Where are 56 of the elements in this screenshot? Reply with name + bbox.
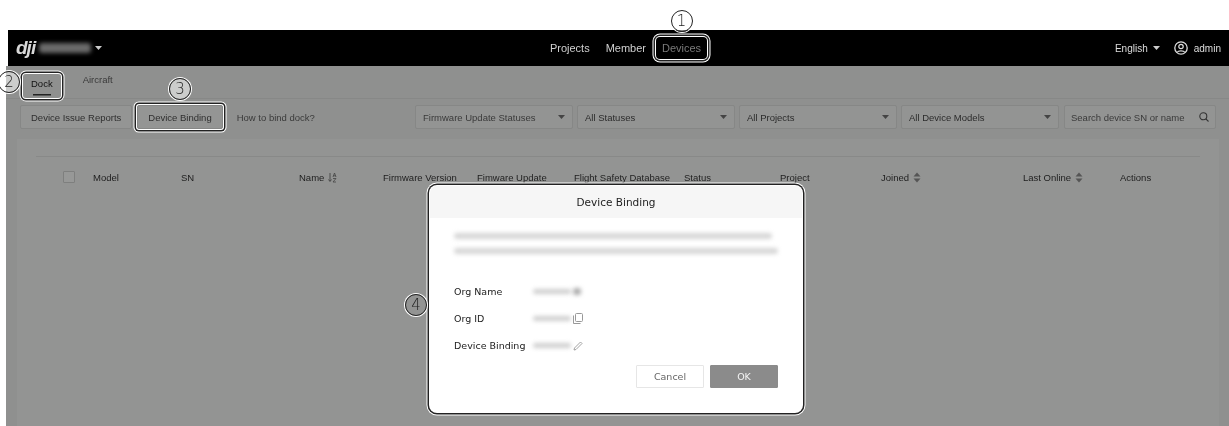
filter-dropdown[interactable]: Firmware Update Statuses bbox=[415, 105, 573, 129]
copy-icon bbox=[573, 313, 583, 324]
column-header: Firmware Version bbox=[383, 171, 457, 183]
sort-icon bbox=[913, 171, 921, 183]
field-label: Device Binding bbox=[454, 340, 527, 351]
column-header: Fimware Update bbox=[477, 171, 547, 183]
toolbar-button[interactable]: Device Issue Reports bbox=[20, 105, 133, 129]
callout-number: 2 bbox=[0, 71, 20, 93]
filter-dropdown[interactable]: All Device Models bbox=[901, 105, 1059, 129]
search-field[interactable]: Search device SN or name bbox=[1064, 105, 1216, 129]
toolbar-button[interactable]: Device Binding bbox=[137, 105, 223, 129]
blurred-text bbox=[533, 289, 571, 294]
column-header: Status bbox=[684, 171, 711, 183]
caret-icon bbox=[882, 115, 889, 119]
language-selector[interactable]: English bbox=[1114, 42, 1160, 54]
nav-link[interactable]: Devices bbox=[656, 37, 708, 59]
blurred-text bbox=[533, 343, 571, 348]
nav-link[interactable]: Projects bbox=[543, 37, 596, 59]
tab[interactable]: Dock bbox=[23, 74, 61, 98]
dialog-title: Device Binding bbox=[576, 196, 656, 208]
column-header: Flight Safety Database bbox=[574, 171, 671, 183]
column-header: Model bbox=[93, 171, 119, 183]
column-header: Name bbox=[299, 171, 325, 183]
filter-dropdown[interactable]: All Statuses bbox=[577, 105, 735, 129]
pencil-icon bbox=[573, 340, 583, 351]
nav-link[interactable]: Member bbox=[599, 37, 652, 59]
column-header: SN bbox=[181, 171, 195, 183]
ok-button[interactable]: OK bbox=[710, 365, 778, 388]
field-label: Org ID bbox=[454, 313, 486, 324]
language-label: English bbox=[1114, 42, 1148, 54]
blurred-text bbox=[533, 316, 571, 321]
caret-icon bbox=[1152, 46, 1160, 50]
callout-number: 3 bbox=[169, 78, 191, 100]
field-label: Org Name bbox=[454, 286, 504, 297]
user-name[interactable]: admin bbox=[1193, 42, 1221, 54]
blurred-text bbox=[39, 43, 92, 53]
caret-icon bbox=[95, 46, 103, 50]
tab[interactable]: Aircraft bbox=[74, 70, 121, 94]
caret-icon bbox=[1044, 115, 1051, 119]
column-header: Project bbox=[780, 171, 810, 183]
sort-icon bbox=[1075, 171, 1084, 183]
sort-icon bbox=[328, 171, 338, 183]
user-icon bbox=[1173, 41, 1188, 55]
filter-dropdown[interactable]: All Projects bbox=[739, 105, 897, 129]
column-header: Joined bbox=[881, 171, 909, 183]
column-header: Last Online bbox=[1023, 171, 1072, 183]
logo: dji bbox=[16, 38, 36, 58]
cancel-button[interactable]: Cancel bbox=[636, 365, 704, 388]
blurred-text bbox=[573, 288, 581, 295]
caret-icon bbox=[720, 115, 727, 119]
column-header: Actions bbox=[1120, 171, 1152, 183]
help-link[interactable]: How to bind dock? bbox=[236, 111, 315, 123]
callout-number: 1 bbox=[670, 10, 693, 32]
caret-icon bbox=[558, 115, 565, 119]
select-all-checkbox[interactable] bbox=[63, 171, 75, 183]
search-icon bbox=[1199, 112, 1209, 122]
